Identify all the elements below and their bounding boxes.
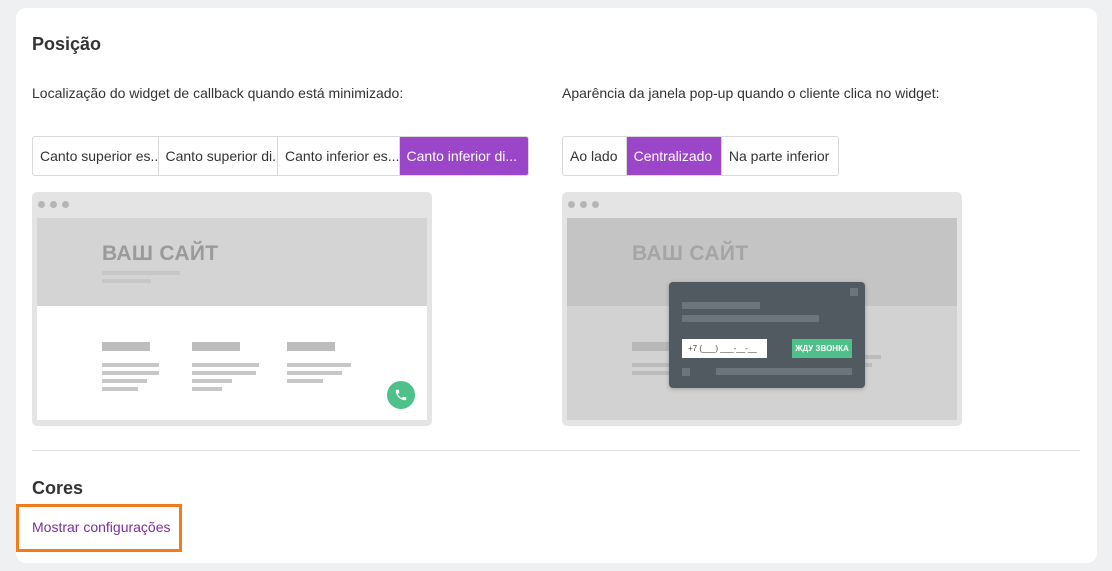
popup-window-preview: ВАШ САЙТ +7 (___) ___-__-__ ЖДУ ЗВОНКА [562, 192, 962, 426]
popup-appearance-label: Aparência da janela pop-up quando o clie… [562, 85, 940, 101]
preview-site-hero: ВАШ САЙТ [37, 218, 427, 306]
popup-appearance-selector: Ao lado Centralizado Na parte inferior [562, 136, 839, 176]
placeholder-line [192, 387, 222, 391]
popup-call-button: ЖДУ ЗВОНКА [792, 339, 852, 358]
popup-option-side[interactable]: Ao lado [563, 137, 627, 175]
highlight-box [16, 504, 182, 552]
placeholder-block [287, 342, 335, 351]
location-option-bottom-right[interactable]: Canto inferior di... [399, 137, 528, 175]
placeholder-line [102, 371, 159, 375]
callback-widget-button [385, 379, 417, 411]
preview-site-title: ВАШ САЙТ [632, 242, 749, 265]
placeholder-line [287, 371, 342, 375]
window-dots [38, 201, 69, 208]
placeholder-line [102, 379, 147, 383]
placeholder-line [192, 371, 256, 375]
placeholder-line [102, 279, 151, 283]
placeholder-line [287, 363, 351, 367]
popup-placeholder-line [716, 368, 852, 375]
preview-site-title: ВАШ САЙТ [102, 242, 219, 265]
placeholder-block [192, 342, 240, 351]
phone-icon [395, 389, 407, 401]
section-divider [32, 450, 1080, 451]
placeholder-line [192, 363, 259, 367]
popup-placeholder-line [682, 315, 819, 322]
popup-checkbox-icon [682, 368, 690, 376]
placeholder-line [287, 379, 323, 383]
minimized-widget-preview: ВАШ САЙТ [32, 192, 432, 426]
popup-option-centered[interactable]: Centralizado [626, 137, 722, 175]
preview-site-screen: ВАШ САЙТ [37, 218, 427, 420]
callback-popup: +7 (___) ___-__-__ ЖДУ ЗВОНКА [669, 282, 865, 388]
popup-close-icon [850, 288, 858, 296]
popup-placeholder-line [682, 302, 760, 309]
placeholder-block [102, 342, 150, 351]
placeholder-line [102, 271, 180, 275]
widget-location-selector: Canto superior es.. Canto superior di.. … [32, 136, 529, 176]
colors-section-title: Cores [32, 478, 84, 498]
settings-card: Posição Localização do widget de callbac… [16, 8, 1097, 563]
placeholder-line [102, 387, 138, 391]
location-option-top-left[interactable]: Canto superior es.. [33, 137, 159, 175]
preview-site-screen: ВАШ САЙТ +7 (___) ___-__-__ ЖДУ ЗВОНКА [567, 218, 957, 420]
window-dots [568, 201, 599, 208]
position-section-title: Posição [32, 34, 102, 54]
location-option-top-right[interactable]: Canto superior di.. [159, 137, 279, 175]
minimized-location-label: Localização do widget de callback quando… [32, 85, 404, 101]
popup-phone-input: +7 (___) ___-__-__ [682, 339, 767, 358]
placeholder-line [102, 363, 159, 367]
location-option-bottom-left[interactable]: Canto inferior es... [278, 137, 400, 175]
placeholder-line [192, 379, 232, 383]
popup-option-bottom[interactable]: Na parte inferior [722, 137, 838, 175]
